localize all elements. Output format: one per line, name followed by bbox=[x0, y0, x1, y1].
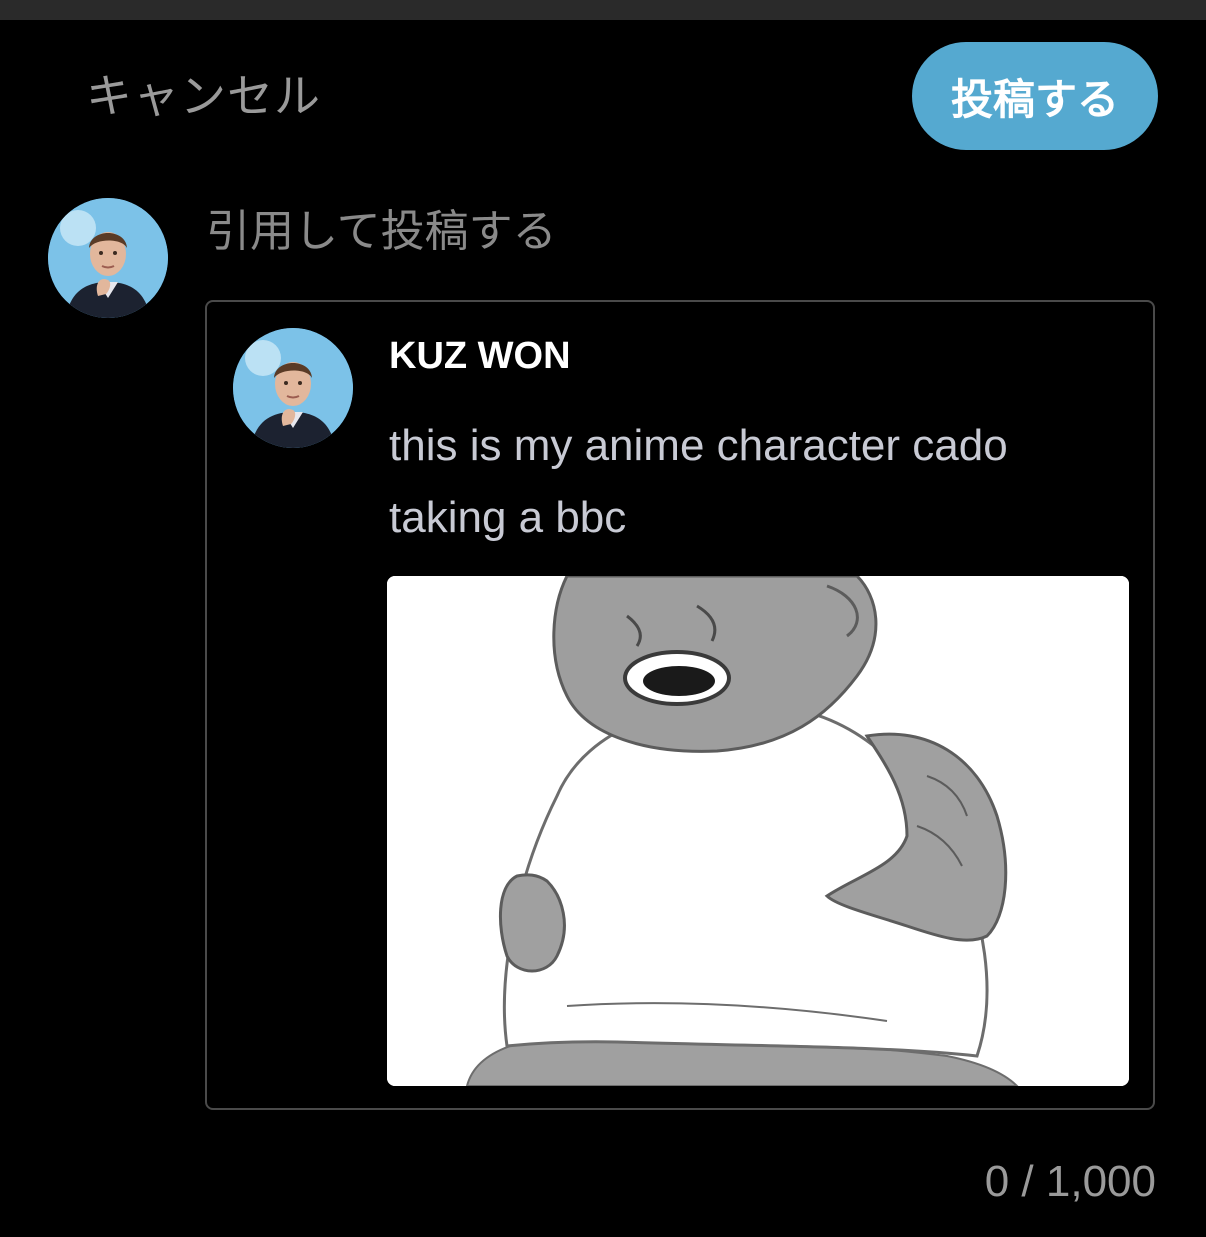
quoted-user-avatar-icon bbox=[233, 328, 353, 448]
quoted-post-card[interactable]: KUZ WON this is my anime character cado … bbox=[205, 300, 1155, 1110]
cancel-button[interactable]: キャンセル bbox=[86, 68, 321, 124]
quoted-post-image[interactable] bbox=[387, 576, 1129, 1086]
post-button[interactable]: 投稿する bbox=[912, 42, 1158, 150]
compose-placeholder[interactable]: 引用して投稿する bbox=[206, 206, 557, 258]
top-edge bbox=[0, 0, 1206, 20]
compose-header: キャンセル 投稿する bbox=[0, 20, 1206, 170]
quoted-post-text: this is my anime character cado taking a… bbox=[389, 421, 1008, 542]
user-avatar-icon bbox=[48, 198, 168, 318]
character-counter: 0 / 1,000 bbox=[984, 1157, 1156, 1206]
quoted-username[interactable]: KUZ WON bbox=[389, 334, 571, 378]
